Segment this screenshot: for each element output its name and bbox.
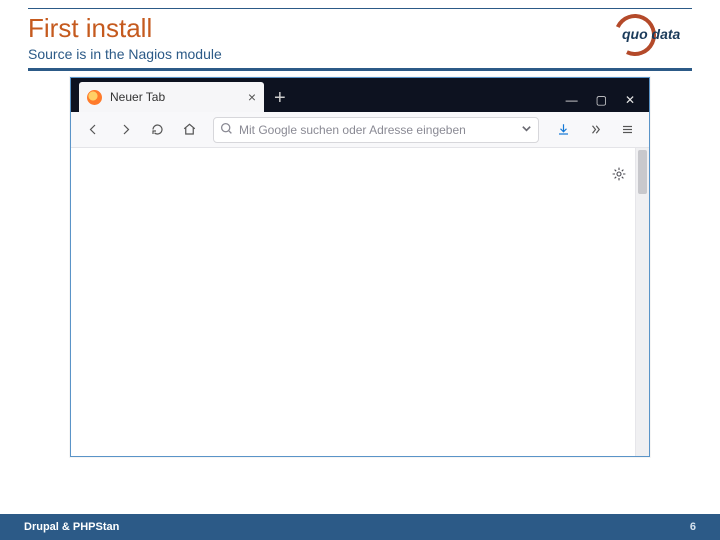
back-button[interactable] [79, 116, 107, 144]
page-viewport: ▴ [71, 148, 649, 456]
vertical-scrollbar[interactable]: ▴ [635, 148, 649, 456]
close-window-icon[interactable]: ✕ [625, 94, 635, 106]
search-icon [220, 122, 233, 138]
address-bar-placeholder: Mit Google suchen oder Adresse eingeben [239, 123, 515, 137]
page-number: 6 [690, 521, 696, 533]
page-subtitle: Source is in the Nagios module [28, 46, 692, 62]
footer-text: Drupal & PHPStan [24, 521, 119, 533]
tab-strip: Neuer Tab × + — ▢ ✕ [71, 78, 649, 112]
browser-toolbar: Mit Google suchen oder Adresse eingeben [71, 112, 649, 148]
chevron-down-icon[interactable] [521, 123, 532, 137]
browser-window: Neuer Tab × + — ▢ ✕ [70, 77, 650, 457]
new-tab-button[interactable]: + [264, 88, 296, 112]
firefox-icon [87, 90, 102, 105]
divider-thick [28, 68, 692, 71]
home-button[interactable] [175, 116, 203, 144]
window-controls: — ▢ ✕ [566, 94, 649, 112]
slide-footer: Drupal & PHPStan 6 [0, 514, 720, 540]
logo-text: quo data [622, 26, 680, 42]
reload-button[interactable] [143, 116, 171, 144]
forward-button[interactable] [111, 116, 139, 144]
slide-header: First install Source is in the Nagios mo… [0, 0, 720, 71]
scroll-thumb[interactable] [638, 150, 647, 194]
overflow-button[interactable] [581, 116, 609, 144]
slide-content: Neuer Tab × + — ▢ ✕ [0, 71, 720, 514]
divider-thin [28, 8, 692, 9]
maximize-icon[interactable]: ▢ [596, 94, 607, 106]
brand-logo: quo data [614, 14, 692, 58]
downloads-button[interactable] [549, 116, 577, 144]
tab-active[interactable]: Neuer Tab × [79, 82, 264, 112]
tab-title: Neuer Tab [110, 90, 240, 104]
menu-button[interactable] [613, 116, 641, 144]
settings-gear-icon[interactable] [611, 166, 627, 182]
minimize-icon[interactable]: — [566, 94, 578, 106]
address-bar[interactable]: Mit Google suchen oder Adresse eingeben [213, 117, 539, 143]
close-tab-icon[interactable]: × [248, 90, 256, 104]
page-title: First install [28, 13, 692, 44]
